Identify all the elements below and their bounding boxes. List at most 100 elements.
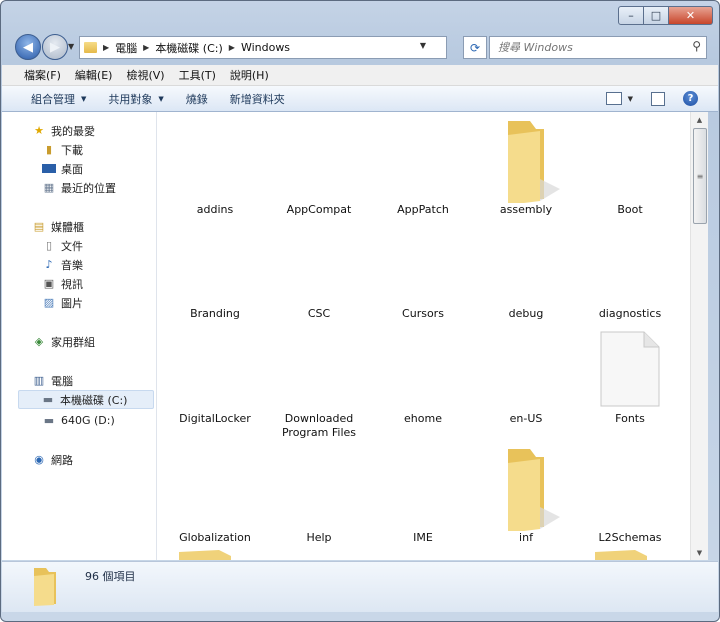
maximize-button[interactable]: □ bbox=[644, 6, 669, 25]
sidebar-item-libraries[interactable]: ▤ 媒體櫃 bbox=[32, 217, 84, 236]
folder-item[interactable]: debug bbox=[474, 307, 578, 321]
scroll-thumb[interactable]: ≡ bbox=[693, 128, 707, 224]
menu-view[interactable]: 檢視(V) bbox=[119, 67, 171, 83]
folder-item[interactable]: Downloaded Program Files bbox=[267, 412, 371, 440]
folder-item[interactable]: Help bbox=[267, 531, 371, 545]
scroll-down-arrow-icon[interactable]: ▼ bbox=[691, 545, 708, 560]
folder-icon bbox=[34, 568, 56, 606]
folder-item[interactable]: L2Schemas bbox=[578, 531, 682, 545]
refresh-button[interactable]: ⟳ bbox=[463, 36, 487, 59]
organize-button[interactable]: 組合管理 ▼ bbox=[2, 91, 97, 107]
details-pane: 96 個項目 bbox=[2, 561, 718, 612]
chevron-right-icon[interactable]: ▶ bbox=[143, 43, 149, 52]
sidebar-item-music[interactable]: ♪ 音樂 bbox=[42, 255, 83, 274]
sidebar-item-downloads[interactable]: ▮ 下載 bbox=[42, 140, 83, 159]
document-icon bbox=[600, 331, 660, 407]
item-count: 96 個項目 bbox=[85, 570, 136, 583]
minimize-button[interactable]: – bbox=[618, 6, 644, 25]
file-name: assembly bbox=[499, 203, 553, 216]
folder-item[interactable]: Globalization bbox=[163, 531, 267, 545]
video-icon: ▣ bbox=[43, 277, 55, 290]
breadcrumb-drive-c[interactable]: 本機磁碟 (C:) bbox=[155, 40, 222, 56]
system-drive-icon: ▬ bbox=[42, 393, 54, 406]
chevron-right-icon[interactable]: ▶ bbox=[103, 43, 109, 52]
file-name: AppPatch bbox=[397, 203, 449, 216]
sidebar-item-label: 網路 bbox=[51, 453, 73, 467]
folder-item[interactable]: Branding bbox=[163, 307, 267, 321]
help-icon[interactable]: ? bbox=[683, 91, 698, 106]
folder-item[interactable]: AppCompat bbox=[267, 203, 371, 217]
file-name: addins bbox=[196, 203, 234, 216]
documents-icon: ▯ bbox=[45, 239, 53, 252]
preview-pane-icon[interactable] bbox=[651, 91, 665, 106]
sidebar-item-recent-places[interactable]: ▦ 最近的位置 bbox=[42, 178, 116, 197]
menu-tools[interactable]: 工具(T) bbox=[172, 67, 223, 83]
navigation-pane: ★ 我的最愛 ▮ 下載 桌面 ▦ 最近的位置 ▤ 媒體櫃 ▯ 文件 ♪ 音樂 ▣ 視訊 ▨ 圖片… bbox=[2, 112, 157, 560]
sidebar-item-computer[interactable]: ▥ 電腦 bbox=[32, 371, 73, 390]
folder-item[interactable]: ehome bbox=[371, 412, 475, 426]
address-history-dropdown[interactable]: ▼ bbox=[420, 41, 426, 50]
search-input[interactable] bbox=[496, 37, 680, 58]
sidebar-item-favorites[interactable]: ★ 我的最愛 bbox=[32, 121, 95, 140]
menu-edit[interactable]: 編輯(E) bbox=[68, 67, 120, 83]
navigation-bar: ◀ ▶ ▼ ▶ 電腦 ▶ 本機磁碟 (C:) ▶ Windows ▼ ⟳ ⚲ bbox=[15, 34, 707, 60]
search-icon[interactable]: ⚲ bbox=[692, 39, 701, 53]
chevron-right-icon[interactable]: ▶ bbox=[229, 43, 235, 52]
search-box[interactable]: ⚲ bbox=[489, 36, 707, 59]
sidebar-item-desktop[interactable]: 桌面 bbox=[42, 159, 83, 178]
folder-item[interactable]: inf bbox=[474, 445, 578, 549]
share-with-button[interactable]: 共用對象 ▼ bbox=[97, 91, 174, 107]
folder-item[interactable]: AppPatch bbox=[371, 203, 475, 217]
menu-file[interactable]: 檔案(F) bbox=[2, 67, 68, 83]
download-folder-icon: ▮ bbox=[45, 143, 53, 156]
library-icon: ▤ bbox=[33, 220, 45, 233]
file-item[interactable]: Fonts bbox=[578, 331, 682, 427]
sidebar-item-label: 圖片 bbox=[61, 296, 83, 310]
sidebar-item-pictures[interactable]: ▨ 圖片 bbox=[42, 293, 83, 312]
sidebar-item-network[interactable]: ◉ 網路 bbox=[32, 450, 73, 469]
folder-item[interactable]: IME bbox=[371, 531, 475, 545]
star-icon: ★ bbox=[34, 124, 44, 137]
computer-icon: ▥ bbox=[33, 374, 45, 387]
sidebar-item-drive-d[interactable]: ▬ 640G (D:) bbox=[42, 411, 115, 430]
sidebar-item-label: 視訊 bbox=[61, 277, 83, 291]
scroll-up-arrow-icon[interactable]: ▲ bbox=[691, 112, 708, 127]
new-folder-button[interactable]: 新增資料夾 bbox=[219, 91, 296, 107]
sidebar-item-documents[interactable]: ▯ 文件 bbox=[42, 236, 83, 255]
sidebar-item-homegroup[interactable]: ◈ 家用群組 bbox=[32, 332, 95, 351]
breadcrumb-windows[interactable]: Windows bbox=[241, 41, 290, 54]
close-button[interactable]: ✕ bbox=[669, 6, 713, 25]
breadcrumb-computer[interactable]: 電腦 bbox=[115, 40, 137, 56]
file-name: diagnostics bbox=[598, 307, 662, 320]
folder-icon bbox=[508, 121, 560, 203]
file-list: addins AppCompat AppPatch assembly Boot … bbox=[157, 112, 690, 560]
folder-item[interactable]: assembly bbox=[474, 117, 578, 223]
forward-button[interactable]: ▶ bbox=[42, 34, 68, 60]
network-icon: ◉ bbox=[34, 453, 44, 466]
chevron-down-icon[interactable]: ▼ bbox=[628, 95, 633, 103]
explorer-window: – □ ✕ ◀ ▶ ▼ ▶ 電腦 ▶ 本機磁碟 (C:) ▶ Windows ▼… bbox=[0, 0, 720, 622]
sidebar-item-label: 我的最愛 bbox=[51, 124, 95, 138]
vertical-scrollbar[interactable]: ▲ ≡ ▼ bbox=[690, 112, 708, 560]
chevron-down-icon: ▼ bbox=[158, 94, 164, 103]
folder-item[interactable]: diagnostics bbox=[578, 307, 682, 321]
folder-icon bbox=[84, 42, 97, 53]
folder-item[interactable]: Cursors bbox=[371, 307, 475, 321]
folder-item[interactable]: CSC bbox=[267, 307, 371, 321]
arrow-right-icon: ▶ bbox=[50, 39, 60, 55]
menu-help[interactable]: 說明(H) bbox=[223, 67, 276, 83]
folder-item[interactable]: en-US bbox=[474, 412, 578, 426]
sidebar-item-local-disk-c[interactable]: ▬ 本機磁碟 (C:) bbox=[18, 390, 154, 409]
folder-item[interactable]: Boot bbox=[578, 203, 682, 217]
folder-item[interactable]: addins bbox=[163, 203, 267, 217]
address-bar[interactable]: ▶ 電腦 ▶ 本機磁碟 (C:) ▶ Windows ▼ bbox=[79, 36, 447, 59]
sidebar-item-videos[interactable]: ▣ 視訊 bbox=[42, 274, 83, 293]
file-name: Help bbox=[306, 531, 332, 544]
change-view-icon[interactable] bbox=[605, 92, 622, 105]
file-name: inf bbox=[519, 531, 533, 544]
recent-pages-dropdown[interactable]: ▼ bbox=[68, 42, 74, 51]
back-button[interactable]: ◀ bbox=[15, 34, 41, 60]
sidebar-item-label: 音樂 bbox=[61, 258, 83, 272]
burn-button[interactable]: 燒錄 bbox=[175, 91, 219, 107]
folder-item[interactable]: DigitalLocker bbox=[163, 412, 267, 426]
